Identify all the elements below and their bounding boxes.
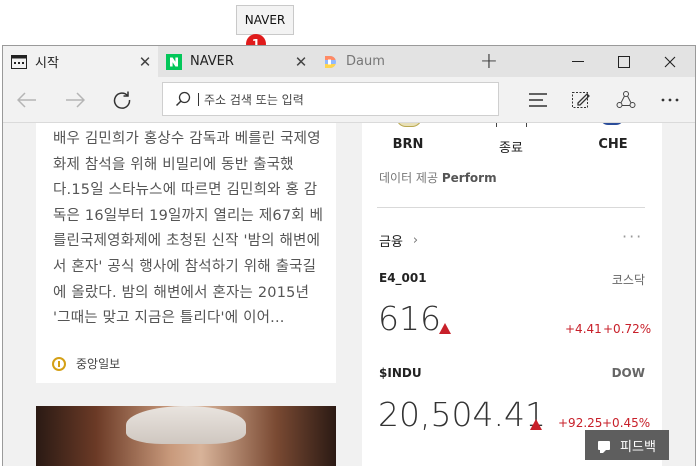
address-bar[interactable]: 주소 검색 또는 입력 (162, 82, 499, 116)
tab-start-label: 시작 (35, 56, 59, 71)
score-mark (496, 123, 497, 127)
stock-symbol[interactable]: $INDU (379, 366, 422, 380)
feedback-icon (598, 440, 611, 453)
tab-naver-label: NAVER (190, 54, 234, 69)
navigation-bar: 주소 검색 또는 입력 (3, 77, 695, 123)
feedback-button[interactable]: 피드백 (585, 430, 669, 460)
minimize-icon[interactable] (555, 46, 601, 77)
close-icon[interactable]: ✕ (288, 53, 314, 71)
web-note-icon[interactable] (566, 85, 596, 115)
news-card[interactable]: 배우 김민희가 홍상수 감독과 베를린 국제영화제 참석을 위해 비밀리에 동반… (36, 123, 336, 383)
provider-prefix: 데이터 제공 (379, 171, 439, 185)
daum-d-icon (322, 54, 338, 70)
page-content: 배우 김민희가 홍상수 감독과 베를린 국제영화제 참석을 위해 비밀리에 동반… (3, 123, 695, 466)
news-photo (36, 406, 336, 466)
chevron-right-icon: › (412, 233, 419, 248)
tab-naver[interactable]: NAVER ✕ (158, 46, 314, 77)
stock-market: DOW (611, 366, 645, 380)
stock-price: 20,504.41 (378, 395, 546, 434)
back-arrow-icon[interactable] (12, 85, 42, 115)
data-provider: 데이터 제공 Perform (379, 169, 497, 186)
stock-price: 616 (378, 299, 441, 338)
more-icon[interactable] (655, 85, 685, 115)
brn-crest-icon (396, 123, 422, 127)
new-tab-button[interactable]: + (470, 46, 508, 77)
tab-strip: 시작 ✕ NAVER ✕ Daum + (3, 46, 695, 77)
stock-change: +92.25 (558, 416, 603, 430)
stock-change-pct: +0.45% (602, 416, 651, 430)
team-right[interactable]: CHE (583, 137, 643, 152)
photo-news-card[interactable] (36, 406, 336, 466)
forward-arrow-icon[interactable] (60, 85, 90, 115)
info-panel: BRN 종료 CHE 데이터 제공 Perform 금융 › ··· E4_00… (362, 123, 662, 466)
stock-symbol[interactable]: E4_001 (379, 271, 427, 285)
stock-change-pct: +0.72% (603, 322, 652, 336)
maximize-icon[interactable] (601, 46, 647, 77)
start-icon (11, 54, 27, 70)
finance-header[interactable]: 금융 › (379, 231, 418, 250)
share-icon[interactable] (611, 85, 641, 115)
feedback-label: 피드백 (620, 439, 656, 455)
hub-icon[interactable] (523, 85, 553, 115)
score-mark (526, 123, 527, 127)
joongang-logo-icon (52, 356, 66, 371)
address-placeholder: 주소 검색 또는 입력 (204, 92, 304, 107)
match-status: 종료 (499, 141, 523, 156)
close-icon[interactable]: ✕ (132, 53, 158, 71)
search-icon (174, 90, 192, 108)
finance-more-button[interactable]: ··· (622, 227, 643, 246)
up-arrow-icon (530, 419, 542, 430)
tab-daum[interactable]: Daum (314, 46, 470, 77)
refresh-icon[interactable] (107, 85, 137, 115)
tab-daum-label: Daum (346, 54, 385, 69)
up-arrow-icon (439, 323, 451, 334)
news-source-label: 중앙일보 (76, 357, 121, 371)
browser-window: 시작 ✕ NAVER ✕ Daum + 주소 검색 또는 입력 배우 김민희가 … (2, 45, 696, 466)
finance-title: 금융 (379, 235, 403, 250)
stock-change: +4.41 (565, 322, 602, 336)
news-source[interactable]: 중앙일보 (52, 355, 120, 372)
stock-market: 코스닥 (611, 273, 645, 287)
che-crest-icon (600, 123, 624, 125)
photo-subject (126, 406, 246, 444)
tab-start[interactable]: 시작 ✕ (3, 46, 158, 77)
tab-tooltip: NAVER (236, 5, 294, 35)
naver-n-icon (166, 53, 182, 70)
text-cursor (198, 92, 199, 106)
news-body: 배우 김민희가 홍상수 감독과 베를린 국제영화제 참석을 위해 비밀리에 동반… (53, 131, 324, 327)
provider-name: Perform (441, 171, 497, 185)
close-window-icon[interactable] (647, 46, 693, 77)
divider (377, 207, 645, 208)
team-left[interactable]: BRN (378, 137, 438, 152)
